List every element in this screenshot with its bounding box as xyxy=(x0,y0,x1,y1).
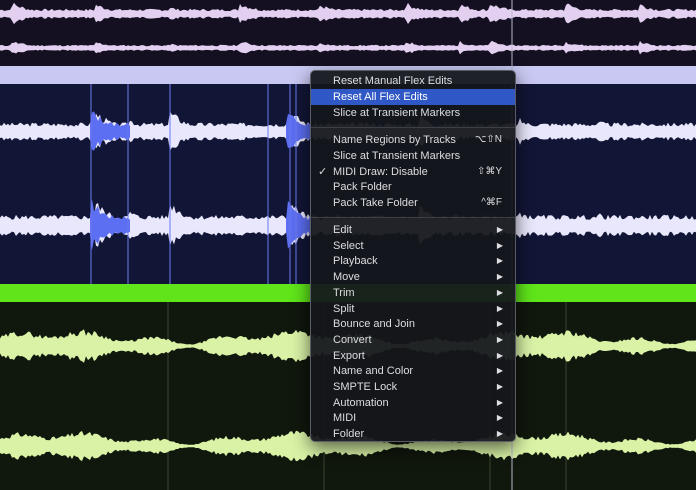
shortcut-label: ^⌘F xyxy=(481,197,502,208)
menu-item-label: Slice at Transient Markers xyxy=(333,107,461,119)
submenu-arrow-icon: ▶ xyxy=(496,382,503,391)
submenu-arrow-icon: ▶ xyxy=(496,225,503,234)
menu-item-label: Convert xyxy=(333,333,372,346)
menu-separator xyxy=(311,217,515,218)
shortcut-label: ⌥⇧N xyxy=(474,134,502,145)
menu-item-label: Reset Manual Flex Edits xyxy=(333,75,453,87)
menu-item-label: Pack Folder xyxy=(333,181,392,193)
menu-item-label: MIDI xyxy=(333,412,357,425)
submenu-arrow-icon: ▶ xyxy=(496,272,503,282)
submenu-arrow-icon: ▶ xyxy=(496,303,503,313)
menu-item-label: Folder xyxy=(333,428,365,441)
menu-item-label: MIDI Draw: Disable xyxy=(333,166,428,178)
menu-item-move[interactable]: Move ▶ xyxy=(311,269,515,285)
menu-item-label: Edit xyxy=(333,224,352,236)
menu-item-slice-at-transient-markers-2[interactable]: Slice at Transient Markers xyxy=(311,148,515,164)
menu-item-label: Split xyxy=(333,302,355,315)
menu-item-label: SMPTE Lock xyxy=(333,381,398,393)
menu-item-midi[interactable]: MIDI ▶ xyxy=(311,410,515,426)
menu-item-pack-folder[interactable]: Pack Folder xyxy=(311,179,515,195)
submenu-arrow-icon: ▶ xyxy=(496,350,503,360)
menu-item-trim[interactable]: Trim ▶ xyxy=(311,285,515,301)
submenu-arrow-icon: ▶ xyxy=(496,366,503,376)
menu-item-label: Reset All Flex Edits xyxy=(333,91,428,103)
menu-item-slice-at-transient-markers[interactable]: Slice at Transient Markers xyxy=(311,105,515,121)
menu-item-pack-take-folder[interactable]: Pack Take Folder ^⌘F xyxy=(311,195,515,211)
submenu-arrow-icon: ▶ xyxy=(496,240,503,250)
submenu-arrow-icon: ▶ xyxy=(496,256,503,266)
menu-item-split[interactable]: Split ▶ xyxy=(311,301,515,317)
menu-item-label: Name and Color xyxy=(333,365,414,378)
submenu-arrow-icon: ▶ xyxy=(496,334,503,344)
menu-item-name-and-color[interactable]: Name and Color ▶ xyxy=(311,363,515,379)
menu-separator xyxy=(311,127,515,128)
menu-item-name-regions-by-tracks[interactable]: Name Regions by Tracks ⌥⇧N xyxy=(311,132,515,148)
menu-item-label: Pack Take Folder xyxy=(333,197,418,209)
menu-item-label: Slice at Transient Markers xyxy=(333,150,461,162)
menu-item-folder[interactable]: Folder ▶ xyxy=(311,426,515,442)
menu-item-label: Move xyxy=(333,271,360,284)
submenu-arrow-icon: ▶ xyxy=(496,319,503,329)
shortcut-label: ⇧⌘Y xyxy=(476,166,502,177)
menu-item-midi-draw-disable[interactable]: ✓ MIDI Draw: Disable ⇧⌘Y xyxy=(311,164,515,180)
menu-item-reset-all-flex-edits[interactable]: Reset All Flex Edits xyxy=(311,89,515,105)
menu-item-label: Export xyxy=(333,349,365,362)
menu-item-reset-manual-flex-edits[interactable]: Reset Manual Flex Edits xyxy=(311,73,515,89)
menu-item-automation[interactable]: Automation ▶ xyxy=(311,395,515,411)
menu-item-export[interactable]: Export ▶ xyxy=(311,348,515,364)
menu-item-label: Name Regions by Tracks xyxy=(333,134,456,146)
submenu-arrow-icon: ▶ xyxy=(496,287,503,297)
submenu-arrow-icon: ▶ xyxy=(496,429,503,439)
menu-item-label: Bounce and Join xyxy=(333,318,415,331)
menu-item-label: Automation xyxy=(333,396,389,409)
menu-item-bounce-and-join[interactable]: Bounce and Join ▶ xyxy=(311,316,515,332)
menu-item-smpte-lock[interactable]: SMPTE Lock ▶ xyxy=(311,379,515,395)
context-menu: Reset Manual Flex Edits Reset All Flex E… xyxy=(310,70,516,442)
menu-item-select[interactable]: Select ▶ xyxy=(311,238,515,254)
submenu-arrow-icon: ▶ xyxy=(496,397,503,407)
submenu-arrow-icon: ▶ xyxy=(496,413,503,423)
checkmark-icon: ✓ xyxy=(318,166,328,178)
menu-item-playback[interactable]: Playback ▶ xyxy=(311,253,515,269)
menu-item-edit[interactable]: Edit ▶ xyxy=(311,222,515,238)
menu-item-label: Select xyxy=(333,239,364,252)
menu-item-label: Trim xyxy=(333,286,355,299)
menu-item-label: Playback xyxy=(333,255,378,268)
menu-item-convert[interactable]: Convert ▶ xyxy=(311,332,515,348)
